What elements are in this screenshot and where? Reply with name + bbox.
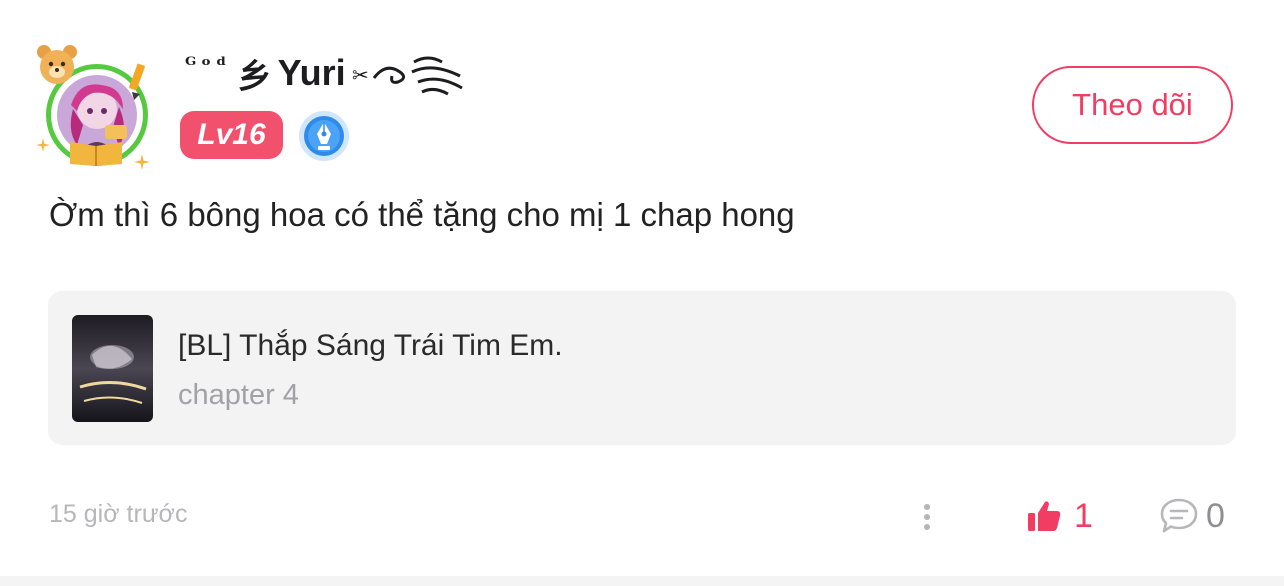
story-cover-image bbox=[72, 315, 153, 422]
follow-button[interactable]: Theo dõi bbox=[1032, 66, 1233, 144]
username[interactable]: ᴳᵒᵈ 乡 Yuri ✂ bbox=[185, 48, 472, 98]
more-options-button[interactable] bbox=[915, 496, 939, 536]
reply-count: 0 bbox=[1206, 496, 1225, 535]
story-card[interactable]: [BL] Thắp Sáng Trái Tim Em. chapter 4 bbox=[48, 291, 1236, 445]
story-title: [BL] Thắp Sáng Trái Tim Em. bbox=[178, 329, 563, 362]
like-count: 1 bbox=[1074, 496, 1093, 535]
timestamp: 15 giờ trước bbox=[49, 500, 188, 528]
avatar[interactable] bbox=[34, 42, 154, 170]
pencil-icon bbox=[129, 63, 145, 100]
comment-card: ᴳᵒᵈ 乡 Yuri ✂ Lv16 Theo dõi Ờm thì 6 bông… bbox=[0, 0, 1284, 586]
swirl-decoration-icon: ✂ bbox=[352, 56, 463, 96]
thumbs-up-icon bbox=[1028, 501, 1061, 531]
like-button[interactable]: 1 bbox=[1026, 494, 1093, 538]
story-chapter: chapter 4 bbox=[178, 379, 299, 411]
username-glyph: 乡 bbox=[237, 56, 272, 97]
svg-text:✂: ✂ bbox=[352, 63, 369, 87]
username-prefix: ᴳᵒᵈ bbox=[185, 51, 232, 77]
writer-badge-icon bbox=[299, 111, 349, 161]
username-text: Yuri bbox=[277, 52, 346, 93]
divider bbox=[0, 576, 1284, 586]
level-badge: Lv16 bbox=[180, 111, 283, 159]
reply-button[interactable]: 0 bbox=[1158, 494, 1225, 538]
sparkle-icon bbox=[134, 154, 150, 170]
bear-icon bbox=[37, 45, 77, 84]
sparkle-icon bbox=[36, 138, 50, 152]
comment-bubble-icon bbox=[1160, 498, 1198, 533]
comment-text: Ờm thì 6 bông hoa có thể tặng cho mị 1 c… bbox=[49, 196, 795, 233]
book-icon bbox=[70, 142, 122, 166]
